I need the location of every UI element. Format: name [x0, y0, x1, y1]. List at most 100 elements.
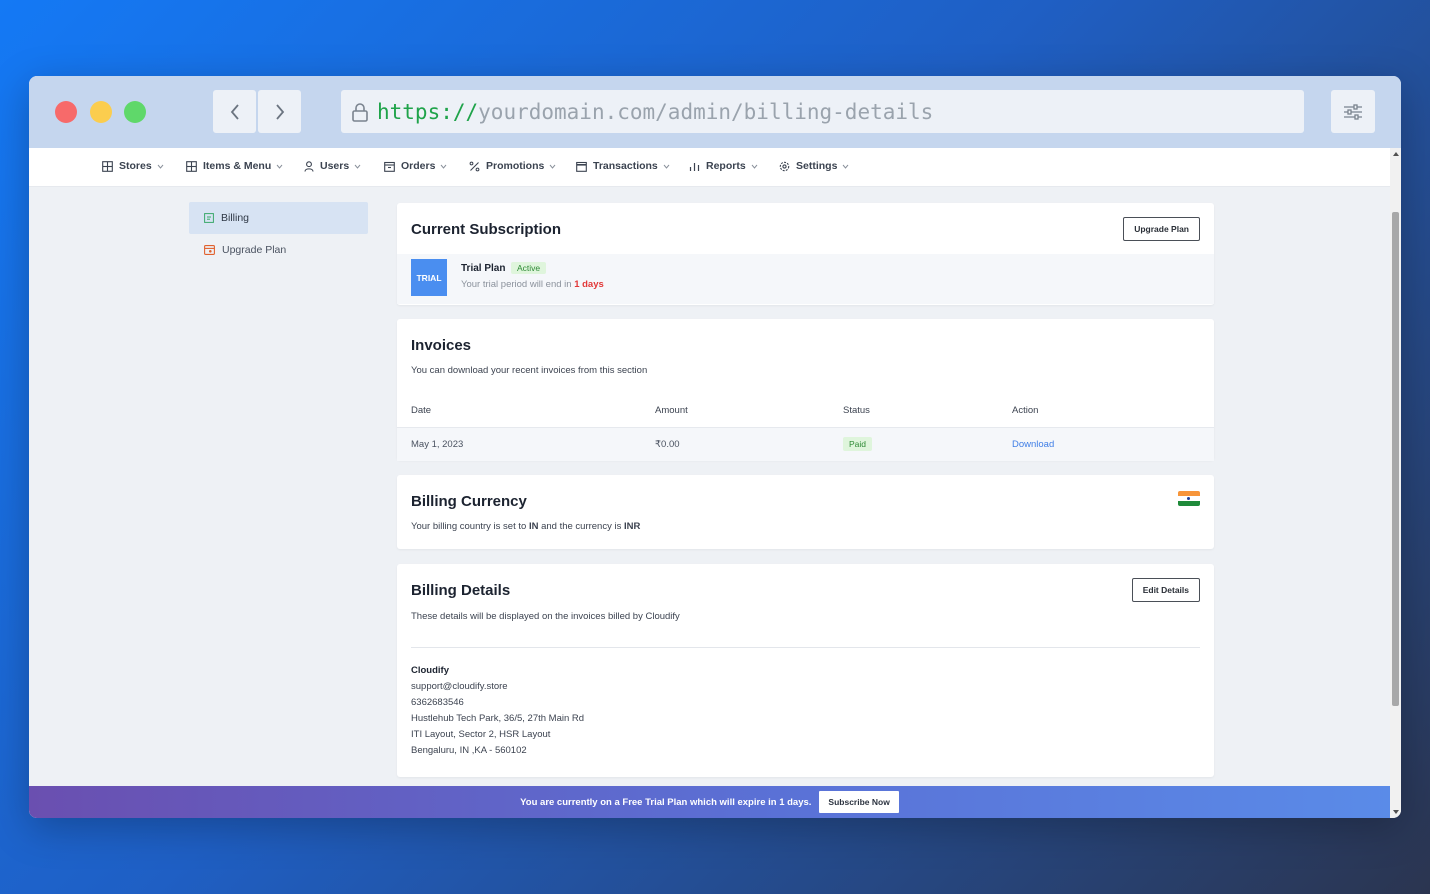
card-title: Invoices	[411, 337, 472, 354]
nav-label: Items & Menu	[203, 160, 272, 172]
nav-stores[interactable]: Stores	[102, 160, 164, 172]
gear-icon	[779, 161, 790, 171]
upgrade-plan-button[interactable]: Upgrade Plan	[1123, 217, 1200, 241]
scroll-up-arrow-icon[interactable]	[1393, 152, 1399, 156]
edit-details-button[interactable]: Edit Details	[1131, 578, 1200, 602]
chevron-down-icon	[157, 164, 164, 169]
nav-promotions[interactable]: Promotions	[469, 160, 556, 172]
top-navigation: Stores Items & Menu Users Orders Promoti	[29, 148, 1390, 187]
currency-text-1: Your billing country is set to	[411, 521, 527, 532]
back-button[interactable]	[213, 90, 256, 133]
currency-text-2: and the currency is	[541, 521, 622, 532]
billing-currency-card: Billing Currency Your billing country is…	[397, 475, 1214, 549]
chevron-down-icon	[663, 164, 670, 169]
chevron-down-icon	[276, 164, 283, 169]
nav-label: Promotions	[486, 160, 545, 172]
sliders-icon	[1344, 103, 1362, 120]
subscription-summary: TRIAL Trial Plan Active Your trial perio…	[397, 254, 1214, 304]
invoice-icon	[204, 213, 214, 223]
nav-reports[interactable]: Reports	[689, 160, 758, 172]
scrollbar-thumb[interactable]	[1392, 212, 1399, 706]
grid-icon	[102, 160, 113, 172]
sidebar: Billing Upgrade Plan	[189, 202, 368, 266]
nav-label: Stores	[119, 160, 152, 172]
subscribe-now-button[interactable]: Subscribe Now	[819, 791, 899, 813]
card-title: Current Subscription	[411, 221, 562, 238]
billing-country: IN	[528, 521, 539, 532]
nav-label: Settings	[796, 160, 838, 172]
trial-days: 1 days	[574, 279, 604, 290]
address-line-3: Bengaluru, IN ,KA - 560102	[411, 745, 527, 756]
table-row	[397, 428, 1214, 461]
billing-address: Cloudify support@cloudify.store 63626835…	[411, 663, 584, 759]
invoices-card: Invoices You can download your recent in…	[397, 319, 1214, 461]
chevron-down-icon	[843, 164, 849, 169]
column-header-status: Status	[843, 405, 870, 416]
sidebar-item-upgrade-plan[interactable]: Upgrade Plan	[189, 234, 368, 266]
trial-note: Your trial period will end in 1 days	[461, 279, 604, 290]
sidebar-item-billing[interactable]: Billing	[189, 202, 368, 234]
nav-label: Users	[320, 160, 350, 172]
address-line-2: ITI Layout, Sector 2, HSR Layout	[411, 729, 551, 740]
bar-chart-icon	[689, 162, 700, 171]
nav-orders[interactable]: Orders	[384, 160, 447, 172]
sidebar-item-label: Billing	[221, 212, 250, 224]
banner-text: You are currently on a Free Trial Plan w…	[520, 796, 812, 808]
divider	[411, 647, 1200, 648]
percent-icon	[469, 161, 480, 171]
billing-details-card: Billing Details Edit Details These detai…	[397, 564, 1214, 777]
column-header-date: Date	[411, 405, 432, 416]
forward-button[interactable]	[258, 90, 301, 133]
close-window-button[interactable]	[55, 101, 77, 123]
address-bar[interactable]: https://yourdomain.com/admin/billing-det…	[341, 90, 1304, 133]
url-scheme: https://	[377, 99, 479, 124]
nav-users[interactable]: Users	[304, 160, 361, 172]
company-phone: 6362683546	[411, 697, 464, 708]
nav-label: Transactions	[593, 160, 658, 172]
chevron-right-icon	[275, 103, 284, 120]
invoice-amount: ₹0.00	[655, 439, 680, 450]
address-line-1: Hustlehub Tech Park, 36/5, 27th Main Rd	[411, 713, 585, 724]
card-icon	[576, 161, 587, 172]
browser-window: https://yourdomain.com/admin/billing-det…	[29, 76, 1401, 818]
maximize-window-button[interactable]	[124, 101, 146, 123]
plan-name: Trial Plan	[461, 263, 506, 274]
nav-settings[interactable]: Settings	[779, 160, 849, 172]
chevron-down-icon	[549, 164, 556, 169]
chevron-down-icon	[441, 164, 447, 169]
scroll-down-arrow-icon[interactable]	[1393, 810, 1399, 814]
sidebar-item-label: Upgrade Plan	[222, 244, 287, 256]
upgrade-icon	[204, 245, 215, 255]
page-content: Stores Items & Menu Users Orders Promoti	[29, 148, 1390, 818]
nav-transactions[interactable]: Transactions	[576, 160, 670, 172]
chevron-down-icon	[751, 164, 758, 169]
download-invoice-link[interactable]: Download	[1012, 439, 1054, 450]
minimize-window-button[interactable]	[90, 101, 112, 123]
card-title: Billing Currency	[411, 493, 527, 510]
page-scrollbar[interactable]	[1390, 148, 1401, 818]
currency-text: Your billing country is set to IN and th…	[411, 521, 640, 532]
invoice-status-badge: Paid	[843, 437, 873, 451]
user-icon	[304, 160, 314, 172]
browser-chrome: https://yourdomain.com/admin/billing-det…	[29, 76, 1401, 148]
trial-banner: You are currently on a Free Trial Plan w…	[29, 786, 1390, 818]
trial-note-text: Your trial period will end in	[461, 279, 572, 290]
column-header-amount: Amount	[655, 405, 688, 416]
plan-badge: TRIAL	[411, 259, 447, 296]
billing-currency: INR	[623, 521, 641, 532]
nav-items-menu[interactable]: Items & Menu	[186, 160, 283, 172]
nav-label: Orders	[401, 160, 436, 172]
grid-icon	[186, 160, 197, 172]
current-subscription-card: Current Subscription Upgrade Plan TRIAL …	[397, 203, 1214, 305]
chevron-down-icon	[354, 164, 361, 169]
invoice-date: May 1, 2023	[411, 439, 464, 450]
card-title: Billing Details	[411, 582, 511, 599]
card-subtitle: You can download your recent invoices fr…	[411, 365, 648, 376]
chevron-left-icon	[230, 103, 239, 120]
company-name: Cloudify	[411, 665, 449, 676]
nav-label: Reports	[706, 160, 746, 172]
india-flag-icon	[1178, 491, 1200, 506]
url-path: yourdomain.com/admin/billing-details	[478, 99, 934, 124]
box-icon	[384, 161, 395, 172]
browser-menu-button[interactable]	[1331, 90, 1375, 133]
